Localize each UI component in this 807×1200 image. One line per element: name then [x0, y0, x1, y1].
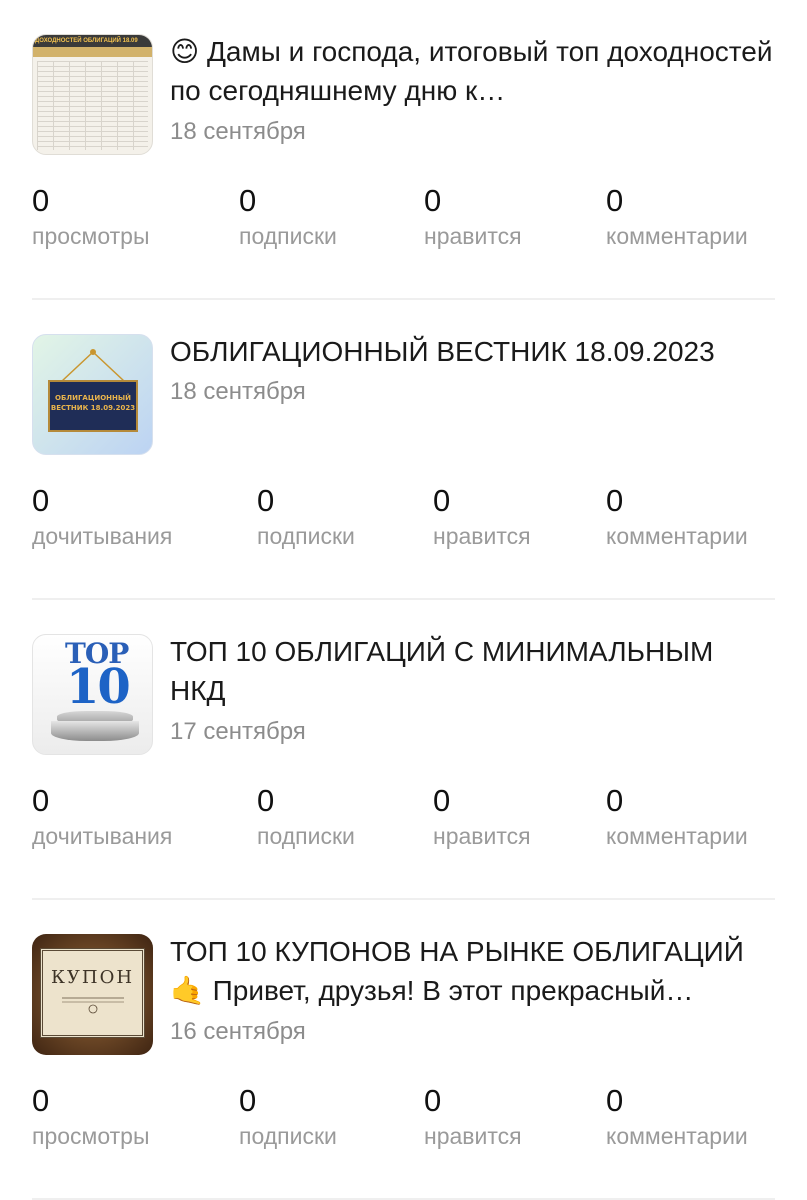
stat-label: нравится [433, 823, 531, 849]
publication-date: 18 сентября [170, 118, 306, 145]
stat-value: 0 [606, 183, 624, 218]
stat-label: подписки [239, 1123, 337, 1149]
hanging-sign-thumbnail[interactable]: ОБЛИГАЦИОННЫЙ ВЕСТНИК 18.09.2023 [32, 334, 153, 455]
ornament-icon [61, 997, 124, 1014]
publication-date: 18 сентября [170, 378, 306, 405]
stat-label: комментарии [606, 1123, 748, 1149]
stat-value: 0 [433, 483, 451, 518]
stat-value: 0 [433, 783, 451, 818]
thumbnail-ten-text: 10 [66, 659, 131, 715]
stat-comments: 0 комментарии [606, 183, 748, 251]
stat-comments: 0 комментарии [606, 783, 748, 851]
publications-feed: ДОХОДНОСТЕЙ ОБЛИГАЦИЙ 18.09 😊 Дамы и гос… [0, 0, 807, 1200]
stat-value: 0 [32, 183, 50, 218]
publication-date: 16 сентября [170, 1018, 306, 1045]
thumbnail-subheader-bar [33, 47, 152, 57]
stat-value: 0 [32, 783, 50, 818]
stat-value: 0 [424, 183, 442, 218]
stat-label: комментарии [606, 223, 748, 249]
stat-subscriptions: 0 подписки [239, 1083, 337, 1151]
stat-label: комментарии [606, 523, 748, 549]
coupon-card: КУПОН [40, 948, 145, 1038]
bond-yield-table-thumbnail[interactable]: ДОХОДНОСТЕЙ ОБЛИГАЦИЙ 18.09 [32, 34, 153, 155]
stat-value: 0 [257, 483, 275, 518]
publication-card[interactable]: КУПОН ТОП 10 КУПОНОВ НА РЫНКЕ ОБЛИГАЦИЙ … [32, 900, 775, 1200]
thumbnail-caption: ДОХОДНОСТЕЙ ОБЛИГАЦИЙ 18.09 [35, 38, 138, 44]
publication-title[interactable]: 😊 Дамы и господа, итоговый топ доходност… [170, 32, 775, 110]
stat-subscriptions: 0 подписки [257, 483, 355, 551]
coupon-word: КУПОН [50, 967, 135, 988]
thumbnail-table-grid [37, 61, 148, 150]
stat-value: 0 [239, 1083, 257, 1118]
stat-likes: 0 нравится [433, 483, 531, 551]
stat-value: 0 [606, 1083, 624, 1118]
stat-label: подписки [257, 523, 355, 549]
publication-card[interactable]: TOP 10 ТОП 10 ОБЛИГАЦИЙ С МИНИМАЛЬНЫМ НК… [32, 600, 775, 900]
stat-value: 0 [424, 1083, 442, 1118]
stat-value: 0 [606, 483, 624, 518]
stat-read-throughs: 0 дочитывания [32, 483, 172, 551]
stat-likes: 0 нравится [424, 1083, 522, 1151]
publication-title[interactable]: ОБЛИГАЦИОННЫЙ ВЕСТНИК 18.09.2023 [170, 332, 775, 371]
stat-subscriptions: 0 подписки [257, 783, 355, 851]
stat-likes: 0 нравится [433, 783, 531, 851]
sign-string-icon [61, 349, 125, 381]
stat-label: нравится [433, 523, 531, 549]
stat-value: 0 [32, 1083, 50, 1118]
stat-views: 0 просмотры [32, 1083, 150, 1151]
stat-label: комментарии [606, 823, 748, 849]
stat-subscriptions: 0 подписки [239, 183, 337, 251]
stat-label: просмотры [32, 223, 150, 249]
top-10-pedestal-thumbnail[interactable]: TOP 10 [32, 634, 153, 755]
vintage-coupon-thumbnail[interactable]: КУПОН [32, 934, 153, 1055]
stat-value: 0 [257, 783, 275, 818]
publication-title[interactable]: ТОП 10 КУПОНОВ НА РЫНКЕ ОБЛИГАЦИЙ 🤙 Прив… [170, 932, 775, 1010]
stat-label: подписки [257, 823, 355, 849]
pedestal-base [51, 721, 139, 741]
stat-label: нравится [424, 1123, 522, 1149]
coupon-ornament [43, 994, 142, 1017]
stat-views: 0 просмотры [32, 183, 150, 251]
stat-label: просмотры [32, 1123, 150, 1149]
stat-label: подписки [239, 223, 337, 249]
stat-value: 0 [239, 183, 257, 218]
stat-value: 0 [32, 483, 50, 518]
stat-comments: 0 комментарии [606, 483, 748, 551]
stat-read-throughs: 0 дочитывания [32, 783, 172, 851]
stat-label: дочитывания [32, 823, 173, 849]
stat-label: нравится [424, 223, 522, 249]
sign-board: ОБЛИГАЦИОННЫЙ ВЕСТНИК 18.09.2023 [48, 380, 138, 432]
stat-label: дочитывания [32, 523, 173, 549]
stat-likes: 0 нравится [424, 183, 522, 251]
stat-comments: 0 комментарии [606, 1083, 748, 1151]
publication-title[interactable]: ТОП 10 ОБЛИГАЦИЙ С МИНИМАЛЬНЫМ НКД [170, 632, 775, 710]
publication-card[interactable]: ДОХОДНОСТЕЙ ОБЛИГАЦИЙ 18.09 😊 Дамы и гос… [32, 0, 775, 300]
publication-card[interactable]: ОБЛИГАЦИОННЫЙ ВЕСТНИК 18.09.2023 ОБЛИГАЦ… [32, 300, 775, 600]
publication-date: 17 сентября [170, 718, 306, 745]
stat-value: 0 [606, 783, 624, 818]
